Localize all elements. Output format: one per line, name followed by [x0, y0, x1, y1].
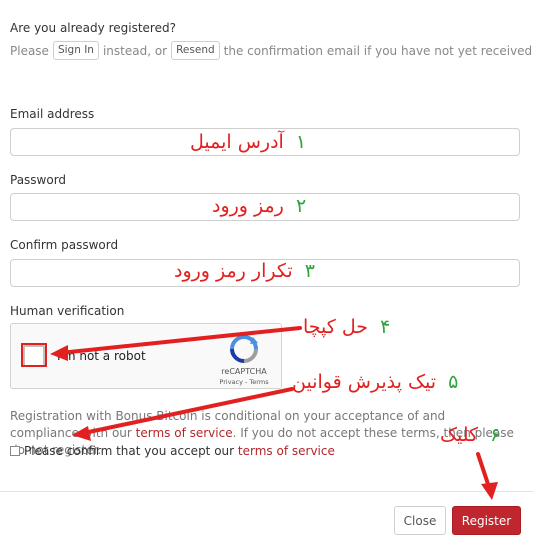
arrow-to-captcha	[58, 326, 302, 355]
arrow-to-register-head	[481, 482, 498, 500]
arrow-to-terms-checkbox	[82, 387, 294, 435]
arrow-to-terms-checkbox-head	[72, 426, 91, 441]
arrow-to-captcha-head	[50, 345, 68, 361]
annotation-arrows	[50, 326, 498, 500]
